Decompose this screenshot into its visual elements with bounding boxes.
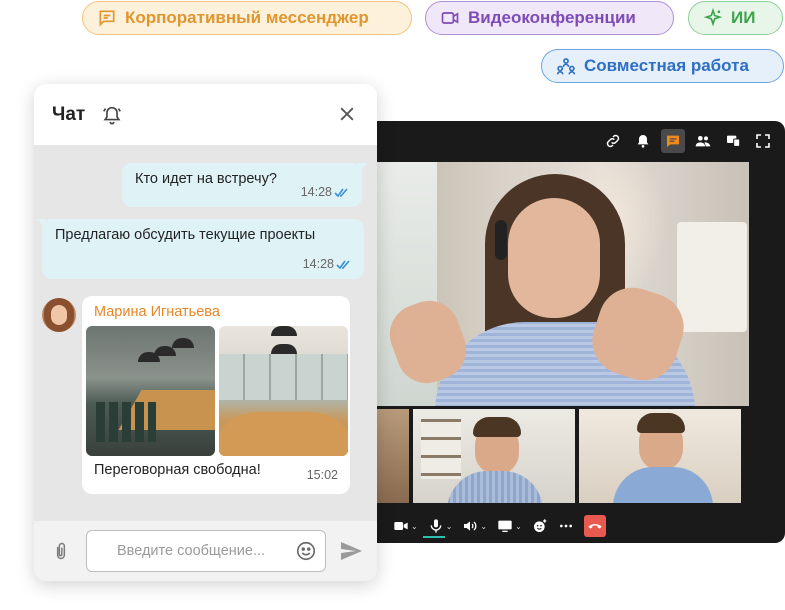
bell-icon[interactable] (631, 129, 655, 153)
team-icon (556, 58, 576, 75)
notification-bell-icon[interactable] (101, 104, 123, 126)
message-text: Предлагаю обсудить текущие проекты (55, 227, 316, 243)
link-icon[interactable] (601, 129, 625, 153)
message-input[interactable] (87, 543, 287, 559)
fullscreen-icon[interactable] (751, 129, 775, 153)
attached-photo[interactable] (219, 326, 348, 456)
video-camera-icon (441, 12, 459, 24)
chip-label: Видеоконференции (468, 8, 636, 27)
chip-label: ИИ (731, 8, 756, 27)
video-toolbar (601, 129, 775, 153)
outgoing-message: Кто идет на встречу? 14:28 (122, 163, 368, 207)
screen-share-icon[interactable] (721, 129, 745, 153)
send-icon[interactable] (339, 539, 363, 563)
more-icon[interactable] (558, 515, 574, 537)
chip-label: Корпоративный мессенджер (125, 8, 369, 27)
sparkle-icon (703, 8, 723, 27)
read-ticks-icon (336, 260, 350, 270)
message-text: Переговорная свободна! (94, 462, 261, 478)
chip-collaboration[interactable]: Совместная работа (541, 49, 784, 83)
outgoing-message: Предлагаю обсудить текущие проекты 14:28 (36, 219, 364, 279)
mic-level-indicator (423, 536, 445, 538)
message-composer (34, 521, 377, 581)
screen-icon[interactable]: ⌄ (497, 515, 522, 537)
video-conference-window: ⌄ ⌄ ⌄ ⌄ (365, 121, 785, 543)
message-text: Кто идет на встречу? (135, 171, 277, 187)
message-time: 14:28 (300, 185, 332, 199)
emoji-icon[interactable] (295, 540, 317, 562)
chip-ai[interactable]: ИИ (688, 1, 783, 35)
sender-name[interactable]: Марина Игнатьева (94, 304, 220, 320)
hangup-button[interactable] (583, 515, 606, 537)
participant-video[interactable] (579, 409, 741, 503)
chat-header: Чат (34, 84, 377, 145)
main-speaker-video (377, 162, 749, 406)
chip-corporate-messenger[interactable]: Корпоративный мессенджер (82, 1, 412, 35)
chat-panel: Чат Кто идет на встречу? 14:28 Предлагаю… (34, 84, 377, 581)
chat-title: Чат (52, 103, 86, 125)
reaction-icon[interactable] (532, 515, 548, 537)
message-time: 14:28 (302, 257, 334, 271)
microphone-icon[interactable]: ⌄ (428, 515, 452, 537)
message-icon (99, 10, 115, 27)
chat-icon[interactable] (661, 129, 685, 153)
read-ticks-icon (334, 188, 348, 198)
message-input-box[interactable] (86, 530, 326, 572)
camera-icon[interactable]: ⌄ (393, 515, 418, 537)
incoming-message: Марина Игнатьева Переговорная свободна! … (82, 296, 350, 494)
hangup-icon (588, 524, 602, 529)
attach-icon[interactable] (51, 539, 71, 563)
chip-label: Совместная работа (584, 56, 749, 75)
speaker-icon[interactable]: ⌄ (462, 515, 487, 537)
attached-photo[interactable] (86, 326, 215, 456)
participants-icon[interactable] (691, 129, 715, 153)
chip-video-conferences[interactable]: Видеоконференции (425, 1, 674, 35)
message-time: 15:02 (306, 468, 338, 482)
avatar[interactable] (42, 298, 76, 332)
participant-video[interactable] (413, 409, 575, 503)
participant-video[interactable] (377, 409, 409, 503)
close-icon[interactable] (337, 104, 357, 124)
